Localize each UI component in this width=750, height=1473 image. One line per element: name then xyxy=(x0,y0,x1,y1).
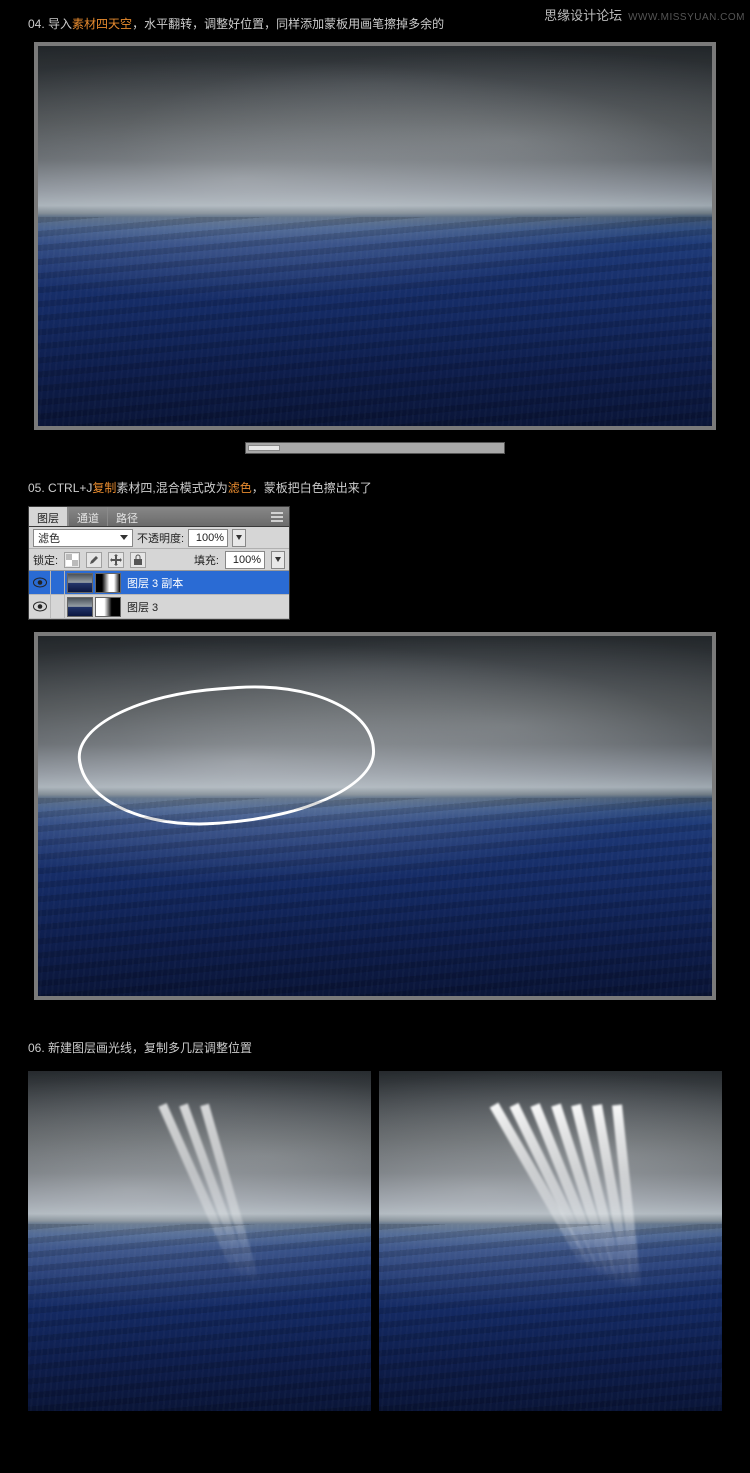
step05-text: 05. CTRL+J复制素材四,混合模式改为滤色，蒙板把白色擦出来了 xyxy=(28,479,722,498)
step05-canvas-frame xyxy=(34,632,716,1000)
step06-scene-left xyxy=(28,1071,371,1411)
tab-layers[interactable]: 图层 xyxy=(29,507,68,526)
step04-canvas-frame xyxy=(34,42,716,430)
step05-num: 05. xyxy=(28,481,45,495)
step06-scene-right xyxy=(379,1071,722,1411)
layer-row[interactable]: 图层 3 xyxy=(29,595,289,619)
step04-highlight: 素材四天空 xyxy=(72,17,132,31)
step05-scene xyxy=(38,636,712,996)
layer-name: 图层 3 副本 xyxy=(125,575,289,591)
visibility-eye-icon[interactable] xyxy=(29,571,51,594)
chevron-down-icon xyxy=(120,535,128,540)
tab-paths[interactable]: 路径 xyxy=(107,507,146,526)
layer-thumbnail xyxy=(67,573,93,593)
lock-transparency-icon[interactable] xyxy=(64,552,80,568)
step06-num: 06. xyxy=(28,1041,45,1055)
fill-input[interactable]: 100% xyxy=(225,551,265,569)
layer-lock-slot xyxy=(51,571,65,594)
step05-hl2: 滤色 xyxy=(228,481,252,495)
layer-mask-thumbnail xyxy=(95,573,121,593)
layer-row-selected[interactable]: 图层 3 副本 xyxy=(29,571,289,595)
watermark: 思缘设计论坛 WWW.MISSYUAN.COM xyxy=(544,5,745,24)
tab-channels[interactable]: 通道 xyxy=(68,507,107,526)
step04-scene xyxy=(38,46,712,426)
opacity-flyout-icon[interactable] xyxy=(232,529,246,547)
horizontal-scrollbar[interactable] xyxy=(245,442,505,454)
watermark-url: WWW.MISSYUAN.COM xyxy=(628,12,745,23)
watermark-brand: 思缘设计论坛 xyxy=(544,5,622,24)
light-rays-strong xyxy=(379,1071,722,1411)
layer-lock-slot xyxy=(51,595,65,618)
layer-mask-thumbnail xyxy=(95,597,121,617)
blend-mode-value: 滤色 xyxy=(38,530,60,546)
opacity-input[interactable]: 100% xyxy=(188,529,228,547)
fill-flyout-icon[interactable] xyxy=(271,551,285,569)
lock-brush-icon[interactable] xyxy=(86,552,102,568)
hand-drawn-circle-annotation xyxy=(74,677,379,834)
opacity-label: 不透明度: xyxy=(137,530,184,546)
layer-name: 图层 3 xyxy=(125,599,289,615)
fill-label: 填充: xyxy=(194,552,219,568)
layer-thumbnail xyxy=(67,597,93,617)
step05-hl1: 复制 xyxy=(92,481,116,495)
step04-num: 04. xyxy=(28,17,45,31)
visibility-eye-icon[interactable] xyxy=(29,595,51,618)
blend-mode-select[interactable]: 滤色 xyxy=(33,529,133,547)
step06-text: 06. 新建图层画光线，复制多几层调整位置 xyxy=(28,1039,722,1058)
lock-all-icon[interactable] xyxy=(130,552,146,568)
layers-panel: 图层 通道 路径 滤色 不透明度: 100% 锁定: xyxy=(28,506,290,620)
lock-label: 锁定: xyxy=(33,552,58,568)
lock-move-icon[interactable] xyxy=(108,552,124,568)
light-rays xyxy=(28,1071,371,1411)
panel-menu-icon[interactable] xyxy=(265,507,289,526)
